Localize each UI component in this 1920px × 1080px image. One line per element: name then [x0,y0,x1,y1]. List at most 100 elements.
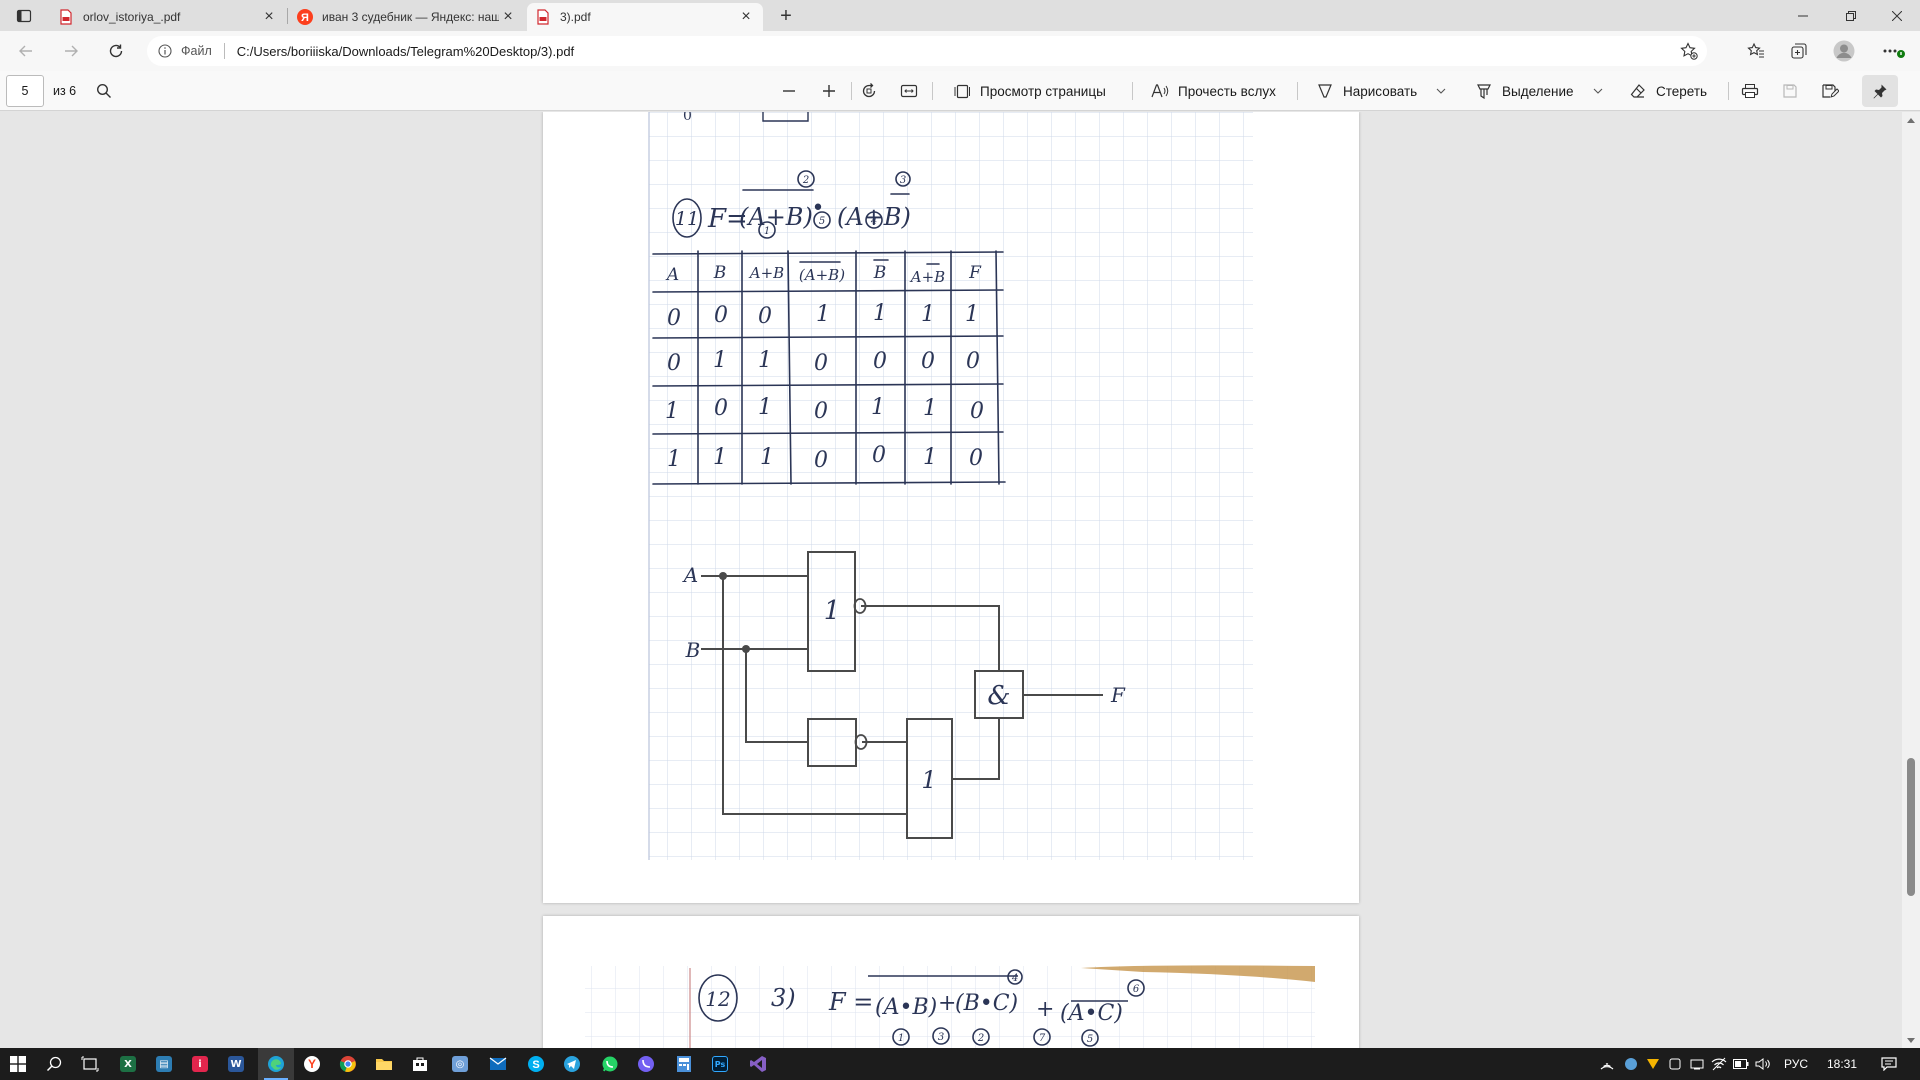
task-view-button[interactable] [72,1048,108,1080]
ivi-app[interactable]: i [182,1048,218,1080]
scrollbar-thumb[interactable] [1907,758,1915,896]
save-button[interactable] [1780,78,1800,104]
excel-app[interactable]: X [110,1048,146,1080]
pin-toolbar-button[interactable] [1862,75,1898,107]
highlight-button[interactable]: Выделение [1474,78,1604,104]
chevron-down-icon[interactable] [1592,85,1604,97]
calculator-app[interactable] [666,1048,702,1080]
draw-button[interactable]: Нарисовать [1315,78,1447,104]
page-5-drawing: 0 11 F= (A+B) • (A+B) 1 2 3 4 5 A B A+B … [648,112,1253,860]
table-cell: 1 [667,447,681,472]
table-header: A+B [909,268,945,286]
clock[interactable]: 18:31 [1822,1048,1862,1080]
close-icon[interactable]: × [499,8,517,26]
tab-yandex[interactable]: Я иван 3 судебник — Яндекс: нашлось × [289,3,525,31]
table-row: 1 1 1 0 0 1 0 [667,443,983,473]
volume-icon[interactable] [1752,1048,1774,1080]
pdf-page-6: 12 3) F = (A•B) + (B•C) + (A•C) 1 2 3 4 … [543,916,1359,1048]
save-as-button[interactable] [1820,78,1840,104]
word-app[interactable]: W [218,1048,254,1080]
excel-icon: X [120,1056,136,1072]
chevron-down-icon[interactable] [1435,85,1447,97]
step-mark: 4 [870,216,877,227]
mail-app[interactable] [480,1048,516,1080]
explorer-app[interactable] [366,1048,402,1080]
sticky-app[interactable]: ▤ [146,1048,182,1080]
vertical-scrollbar[interactable] [1902,112,1920,1048]
tray-app-icon[interactable] [1686,1048,1708,1080]
url-field[interactable]: Файл C:/Users/boriiiska/Downloads/Telegr… [147,36,1707,66]
forward-button[interactable] [55,35,87,67]
eraser-icon [1628,81,1648,101]
toolbar-divider [1132,82,1133,100]
start-button[interactable] [0,1048,36,1080]
whatsapp-app[interactable] [592,1048,628,1080]
profile-avatar[interactable] [1832,39,1856,63]
read-aloud-icon [1150,81,1170,101]
add-favorite-icon[interactable] [1679,41,1699,61]
new-tab-button[interactable]: + [772,3,800,29]
yandex-icon: Я [297,9,313,25]
tray-app-icon[interactable] [1620,1048,1642,1080]
rotate-button[interactable] [859,78,879,104]
favorites-icon[interactable] [1744,39,1768,63]
store-app[interactable] [402,1048,438,1080]
tray-app-icon[interactable] [1664,1048,1686,1080]
edge-app[interactable] [258,1048,294,1080]
collections-icon[interactable] [1787,39,1811,63]
zoom-in-button[interactable] [819,78,839,104]
toolbar-divider [1728,82,1729,100]
back-button[interactable] [10,35,42,67]
scroll-down-button[interactable] [1902,1032,1920,1048]
notifications-icon[interactable] [1874,1048,1904,1080]
chrome-app[interactable] [330,1048,366,1080]
info-icon[interactable] [157,43,173,59]
url-text[interactable]: C:/Users/boriiiska/Downloads/Telegram%20… [237,44,574,59]
tab-3-pdf[interactable]: 3).pdf × [527,3,763,31]
task-view-icon [81,1056,99,1072]
viber-icon [638,1056,654,1072]
photoshop-app[interactable]: Ps [702,1048,738,1080]
wifi-icon[interactable] [1708,1048,1730,1080]
close-icon[interactable]: × [737,8,755,26]
zoom-out-button[interactable] [779,78,799,104]
viber-app[interactable] [628,1048,664,1080]
page-view-button[interactable]: Просмотр страницы [952,78,1106,104]
store-icon [413,1057,427,1071]
capture-app[interactable]: ◎ [442,1048,478,1080]
close-window-button[interactable] [1874,0,1920,31]
visual-studio-app[interactable] [740,1048,776,1080]
scroll-up-button[interactable] [1902,112,1920,128]
toolbar-divider [1297,82,1298,100]
table-cell: 1 [921,302,935,327]
erase-button[interactable]: Стереть [1628,78,1707,104]
battery-icon[interactable] [1730,1048,1752,1080]
tab-orlov[interactable]: orlov_istoriya_.pdf × [50,3,286,31]
skype-app[interactable]: S [518,1048,554,1080]
table-cell: 0 [969,446,983,471]
pdf-viewer[interactable]: 0 11 F= (A+B) • (A+B) 1 2 3 4 5 A B A+B … [0,112,1920,1048]
save-as-icon [1820,81,1840,101]
minimize-button[interactable] [1780,0,1826,31]
close-icon[interactable]: × [260,8,278,26]
yandex-browser-app[interactable]: Y [294,1048,330,1080]
fit-page-button[interactable] [899,78,919,104]
restore-icon [1846,10,1856,21]
or-gate-label: 1 [824,596,841,626]
step-mark: 1 [898,1033,904,1044]
tray-app-icon[interactable] [1642,1048,1664,1080]
search-icon [46,1056,62,1072]
restore-button[interactable] [1828,0,1874,31]
tab-actions-button[interactable] [8,0,40,31]
network-icon[interactable] [1596,1048,1618,1080]
refresh-button[interactable] [100,35,132,67]
step-mark: 3 [938,1032,944,1043]
search-button[interactable] [36,1048,72,1080]
page-number-input[interactable]: 5 [6,75,44,107]
print-button[interactable] [1740,78,1760,104]
language-indicator[interactable]: РУС [1778,1048,1814,1080]
settings-more-icon[interactable] [1882,39,1906,63]
telegram-app[interactable] [554,1048,590,1080]
find-button[interactable] [94,78,114,104]
read-aloud-button[interactable]: Прочесть вслух [1150,78,1276,104]
